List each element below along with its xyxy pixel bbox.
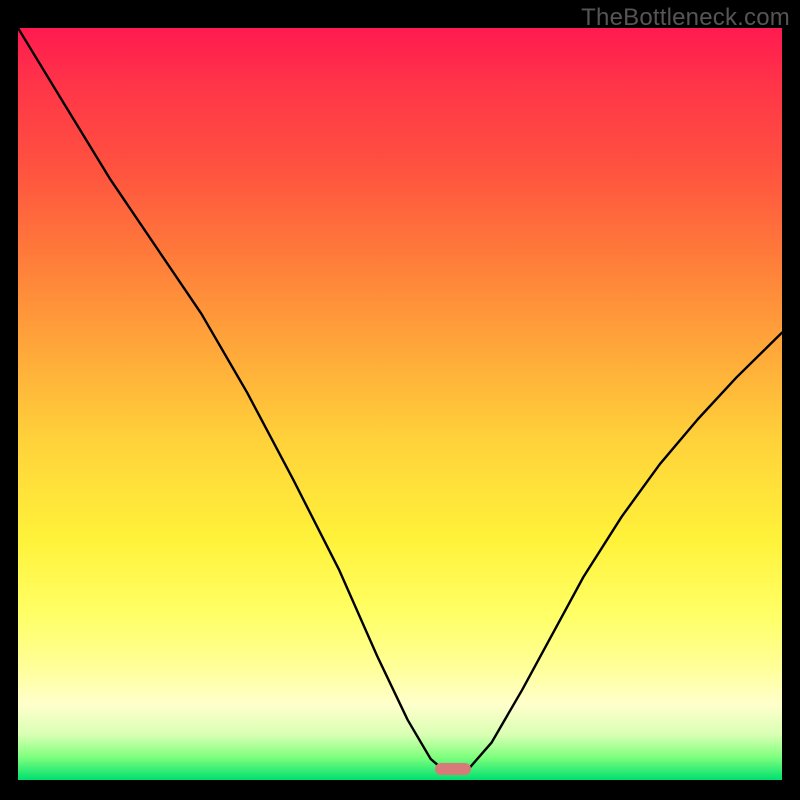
plot-area	[18, 28, 782, 780]
chart-stage: TheBottleneck.com	[0, 0, 800, 800]
curve-path	[18, 28, 782, 769]
minimum-marker	[435, 763, 471, 775]
bottleneck-curve	[18, 28, 782, 780]
